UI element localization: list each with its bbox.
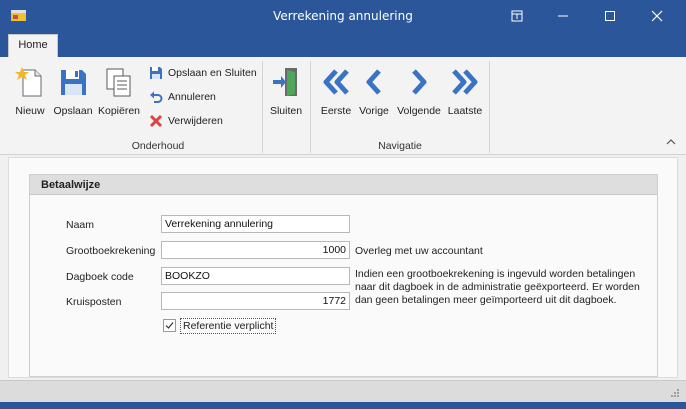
group-label-navigatie: Navigatie — [378, 140, 422, 152]
first-button[interactable]: Eerste — [316, 66, 356, 117]
previous-label: Vorige — [359, 105, 389, 117]
save-close-label: Opslaan en Sluiten — [168, 67, 257, 79]
minimize-button[interactable] — [540, 0, 586, 31]
cancel-button[interactable]: Annuleren — [149, 88, 216, 106]
new-document-icon — [15, 67, 42, 97]
save-button[interactable]: Opslaan — [53, 66, 93, 117]
copy-button[interactable]: Kopiëren — [97, 66, 141, 117]
maximize-icon — [605, 10, 615, 21]
ribbon-separator — [262, 61, 263, 153]
save-icon — [61, 70, 86, 95]
cross-entries-label: Kruisposten — [66, 296, 122, 308]
title-bar: Verrekening annulering — [0, 0, 686, 31]
section-title: Betaalwijze — [30, 175, 657, 195]
checkmark-icon — [165, 322, 174, 329]
save-label: Opslaan — [53, 105, 93, 117]
close-icon — [651, 10, 663, 21]
right-icon — [412, 69, 427, 95]
close-form-button[interactable]: Sluiten — [266, 66, 306, 117]
first-label: Eerste — [320, 105, 352, 117]
status-bar — [0, 380, 686, 402]
exit-door-icon — [273, 68, 297, 96]
journal-code-note: Indien een grootboekrekening is ingevuld… — [355, 268, 640, 306]
ledger-account-note: Overleg met uw accountant — [355, 245, 483, 257]
next-button[interactable]: Volgende — [396, 66, 442, 117]
ledger-account-field[interactable]: 1000 — [161, 241, 350, 259]
minimize-icon — [558, 15, 568, 16]
ribbon-separator — [489, 61, 490, 153]
ribbon: Nieuw Opslaan Kopiëren Opslaan en Sluite… — [0, 57, 686, 155]
delete-icon — [149, 114, 163, 128]
copy-label: Kopiëren — [97, 105, 141, 117]
previous-button[interactable]: Vorige — [356, 66, 392, 117]
new-button[interactable]: Nieuw — [10, 66, 50, 117]
save-close-icon — [150, 67, 162, 79]
pin-button[interactable] — [494, 0, 540, 31]
maximize-button[interactable] — [587, 0, 633, 31]
close-button[interactable] — [634, 0, 680, 31]
left-icon — [366, 69, 381, 95]
journal-code-label: Dagboek code — [66, 271, 134, 283]
name-label: Naam — [66, 219, 95, 231]
double-left-icon — [323, 69, 349, 95]
tab-home[interactable]: Home — [8, 34, 58, 57]
group-label-onderhoud: Onderhoud — [131, 140, 185, 152]
close-form-label: Sluiten — [269, 105, 303, 117]
reference-required-label[interactable]: Referentie verplicht — [180, 318, 277, 334]
collapse-ribbon-icon[interactable] — [666, 137, 676, 147]
resize-grip-icon[interactable] — [670, 388, 680, 398]
delete-button[interactable]: Verwijderen — [149, 112, 223, 130]
undo-icon — [150, 91, 163, 103]
reference-required-checkbox[interactable] — [163, 319, 176, 332]
name-field[interactable]: Verrekening annulering — [161, 215, 350, 233]
double-right-icon — [452, 69, 478, 95]
journal-code-field[interactable]: BOOKZO — [161, 267, 350, 285]
last-label: Laatste — [447, 105, 483, 117]
cross-entries-field[interactable]: 1772 — [161, 292, 350, 310]
ribbon-tabstrip: Home — [0, 31, 686, 57]
window-frame-bottom — [0, 402, 686, 409]
next-label: Volgende — [397, 105, 441, 117]
delete-label: Verwijderen — [168, 115, 223, 127]
pin-icon — [511, 10, 523, 21]
new-label: Nieuw — [15, 105, 45, 117]
save-close-button[interactable]: Opslaan en Sluiten — [149, 64, 257, 82]
last-button[interactable]: Laatste — [446, 66, 484, 117]
cancel-label: Annuleren — [168, 91, 216, 103]
copy-icon — [106, 68, 131, 97]
ledger-account-label: Grootboekrekening — [66, 245, 156, 257]
